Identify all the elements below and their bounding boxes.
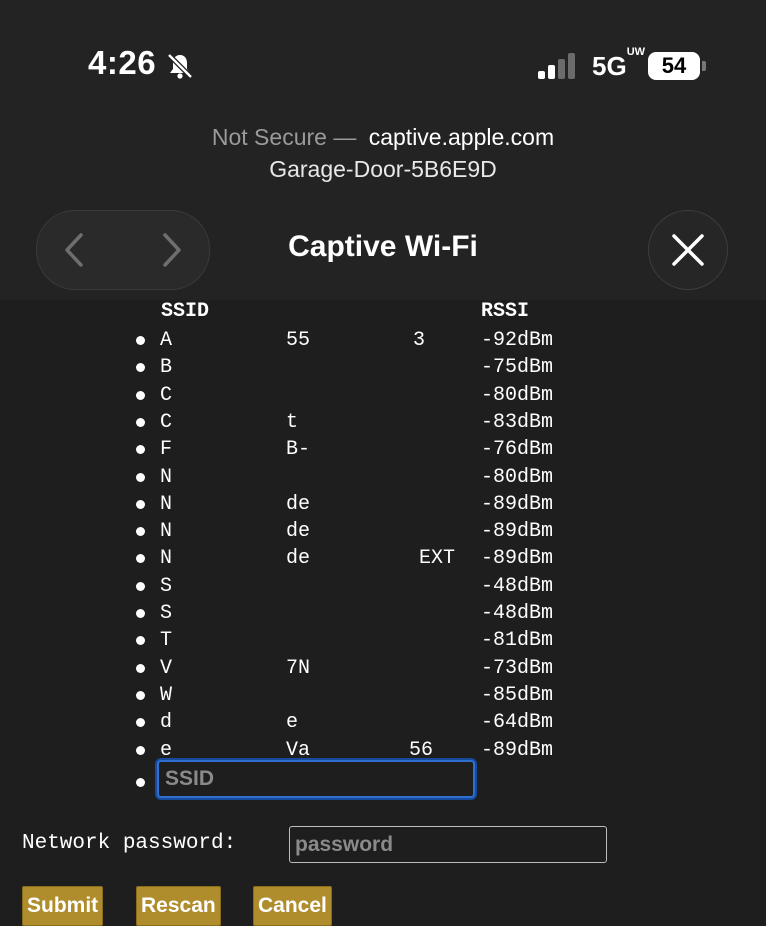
network-rssi: -89dBm	[481, 738, 554, 762]
status-bar: 4:26 5GUW 54	[0, 0, 766, 110]
list-bullet	[136, 581, 145, 591]
network-rssi: -81dBm	[481, 629, 554, 653]
network-ssid: F	[160, 438, 173, 462]
network-ssid-fragment: 3	[413, 329, 426, 352]
network-ssid-fragment: 55	[286, 329, 311, 352]
network-form: SSID RSSI A 55 3 -92dBm B -75dBm C -80dBm Ct -83d…	[0, 300, 766, 926]
network-row[interactable]: B -75dBm	[0, 354, 766, 381]
network-rssi: -85dBm	[481, 683, 554, 707]
network-row[interactable]: V 7N -73dBm	[0, 655, 766, 682]
network-rssi: -73dBm	[481, 656, 554, 680]
rescan-button[interactable]: Rescan	[136, 886, 221, 926]
security-label: Not Secure —	[211, 124, 357, 150]
close-button[interactable]	[648, 210, 728, 290]
network-ssid: V	[160, 656, 173, 680]
network-ssid-fragment: de	[286, 492, 311, 516]
ssid-column-header: SSID	[161, 300, 210, 323]
network-ssid-fragment: t	[286, 410, 299, 434]
clock: 4:26	[88, 44, 157, 81]
network-ssid-fragment: de	[286, 547, 311, 571]
network-rssi: -64dBm	[481, 711, 554, 735]
network-row[interactable]: S -48dBm	[0, 600, 766, 627]
network-row[interactable]: A 55 3 -92dBm	[0, 327, 766, 354]
list-bullet	[136, 554, 145, 564]
network-rssi: -92dBm	[481, 329, 554, 352]
list-bullet	[136, 690, 145, 700]
list-bullet	[136, 472, 145, 482]
list-bullet	[136, 745, 145, 755]
list-bullet	[136, 778, 145, 787]
network-ssid: N	[160, 520, 173, 544]
network-rssi: -76dBm	[481, 438, 554, 462]
network-rssi: -89dBm	[481, 520, 554, 544]
network-ssid: C	[160, 410, 173, 434]
list-bullet	[136, 609, 145, 618]
password-label: Network password:	[22, 832, 237, 855]
captive-browser-header: Not Secure — captive.apple.com Garage-Do…	[0, 110, 766, 300]
network-row[interactable]: Ct -83dBm	[0, 409, 766, 436]
network-row[interactable]: T -81dBm	[0, 627, 766, 654]
ssid-input[interactable]	[157, 760, 475, 798]
network-rssi: -48dBm	[481, 574, 554, 598]
network-ssid: e	[160, 738, 173, 762]
network-ssid: A	[160, 329, 173, 352]
network-type: 5GUW	[592, 46, 646, 81]
network-ssid-fragment: de	[286, 520, 311, 544]
network-ssid-fragment: 7N	[286, 656, 311, 680]
list-bullet	[136, 663, 145, 673]
network-ssid-fragment: e	[286, 711, 299, 735]
url-line: Not Secure — captive.apple.com	[0, 124, 766, 151]
network-row[interactable]: Nde EXT -89dBm	[0, 545, 766, 572]
network-rssi: -89dBm	[481, 547, 554, 571]
network-ssid: d	[160, 711, 173, 735]
battery-icon	[702, 61, 706, 71]
network-rssi: -80dBm	[481, 465, 554, 489]
list-bullet	[136, 499, 145, 509]
signal-icon	[538, 53, 580, 79]
network-ssid-fragment: 56	[409, 738, 434, 762]
list-bullet	[136, 390, 145, 400]
network-row[interactable]: d e -64dBm	[0, 709, 766, 736]
network-ssid: N	[160, 465, 173, 489]
page-title: Garage-Door-5B6E9D	[269, 156, 497, 182]
network-row[interactable]: C -80dBm	[0, 382, 766, 409]
network-rssi: -83dBm	[481, 410, 554, 434]
network-rssi: -80dBm	[481, 383, 554, 407]
network-ssid: S	[160, 574, 173, 598]
list-bullet	[136, 417, 145, 427]
network-ssid: B	[160, 356, 173, 380]
url-host: captive.apple.com	[368, 124, 555, 150]
network-rssi: -48dBm	[481, 602, 554, 625]
list-bullet	[136, 527, 145, 537]
close-icon	[672, 234, 704, 266]
network-ssid-fragment: B-	[286, 438, 311, 462]
network-row[interactable]: W -85dBm	[0, 682, 766, 709]
password-input[interactable]	[289, 826, 607, 863]
network-row[interactable]: Nde -89dBm	[0, 491, 766, 518]
network-rssi: -75dBm	[481, 356, 554, 380]
network-ssid: T	[160, 629, 173, 653]
rssi-column-header: RSSI	[481, 300, 530, 323]
network-ssid-fragment: EXT	[419, 547, 456, 571]
cancel-button[interactable]: Cancel	[253, 886, 332, 926]
list-bullet	[136, 445, 145, 455]
list-bullet	[136, 363, 145, 373]
network-row[interactable]: N -80dBm	[0, 464, 766, 491]
network-row[interactable]: S -48dBm	[0, 573, 766, 600]
network-rssi: -89dBm	[481, 492, 554, 516]
submit-button[interactable]: Submit	[22, 886, 104, 926]
network-ssid: N	[160, 547, 173, 571]
list-bullet	[136, 636, 145, 646]
network-ssid-fragment: Va	[286, 738, 311, 762]
list-bullet	[136, 336, 145, 345]
network-row[interactable]: F B- -76dBm	[0, 436, 766, 463]
network-ssid: C	[160, 383, 173, 407]
battery-level: 54	[648, 52, 700, 80]
list-bullet	[136, 718, 145, 728]
network-row[interactable]: Nde -89dBm	[0, 518, 766, 545]
network-ssid: N	[160, 492, 173, 516]
network-ssid: W	[160, 683, 173, 707]
bell-slash-icon	[167, 53, 193, 79]
network-ssid: S	[160, 602, 173, 625]
